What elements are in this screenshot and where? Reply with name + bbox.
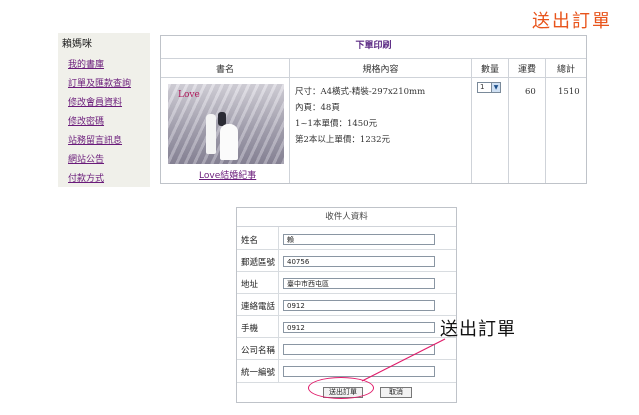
- callout-arrow: [361, 338, 446, 382]
- callout-label: 送出訂單: [440, 319, 516, 340]
